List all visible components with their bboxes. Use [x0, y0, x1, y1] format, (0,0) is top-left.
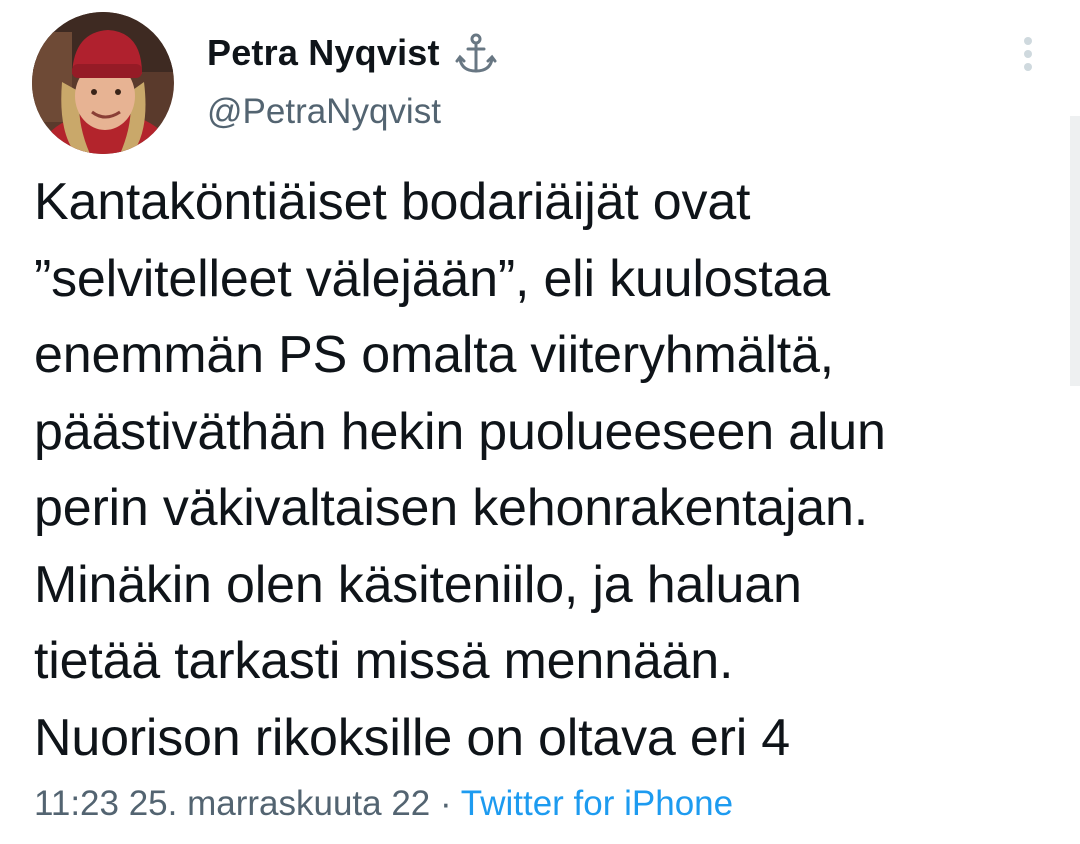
- avatar[interactable]: [32, 12, 174, 154]
- tweet-text-line: Nuorison rikoksille on oltava eri 4: [34, 708, 791, 767]
- author-name-row: Petra Nyqvist: [207, 30, 498, 76]
- author-display-name[interactable]: Petra Nyqvist: [207, 32, 440, 74]
- tweet-meta: 11:23 25. marraskuuta 22 · Twitter for i…: [34, 780, 733, 828]
- anchor-icon: [454, 31, 498, 75]
- meta-separator: ·: [430, 784, 461, 823]
- tweet-text-line: perin väkivaltaisen kehonrakentajan.: [34, 479, 868, 537]
- tweet-source-link[interactable]: Twitter for iPhone: [461, 784, 733, 823]
- tweet-text-line: Kantaköntiäiset bodariäijät ovat: [34, 173, 751, 231]
- tweet-text-line: ”selvitelleet välejään”, eli kuulostaa: [34, 249, 830, 308]
- tweet-text-line: päästiväthän hekin puolueeseen alun: [34, 402, 886, 461]
- tweet-timestamp[interactable]: 11:23 25. marraskuuta 22: [34, 784, 430, 823]
- author-handle[interactable]: @PetraNyqvist: [207, 92, 441, 132]
- tweet-text-line: enemmän PS omalta viiteryhmältä,: [34, 326, 834, 384]
- tweet-text: Kantaköntiäiset bodariäijät ovat ”selvit…: [34, 164, 1054, 776]
- tweet-text-line: tietää tarkasti missä mennään.: [34, 632, 734, 690]
- more-vertical-icon[interactable]: [1010, 34, 1046, 74]
- tweet-text-line: Minäkin olen käsiteniilo, ja haluan: [34, 555, 802, 614]
- avatar-photo: [32, 12, 174, 154]
- tweet: Petra Nyqvist @PetraNyqvist Kantaköntiäi…: [0, 0, 1080, 844]
- scrollbar[interactable]: [1070, 116, 1080, 386]
